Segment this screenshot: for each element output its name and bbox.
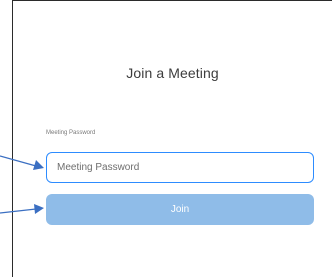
screenshot-stage: Join a Meeting Meeting Password Join: [0, 0, 332, 277]
join-button[interactable]: Join: [46, 194, 314, 225]
meeting-password-input[interactable]: [46, 152, 314, 183]
dialog-title: Join a Meeting: [126, 65, 219, 81]
join-meeting-dialog: Join a Meeting Meeting Password Join: [12, 0, 332, 277]
password-field-label: Meeting Password: [46, 130, 96, 136]
